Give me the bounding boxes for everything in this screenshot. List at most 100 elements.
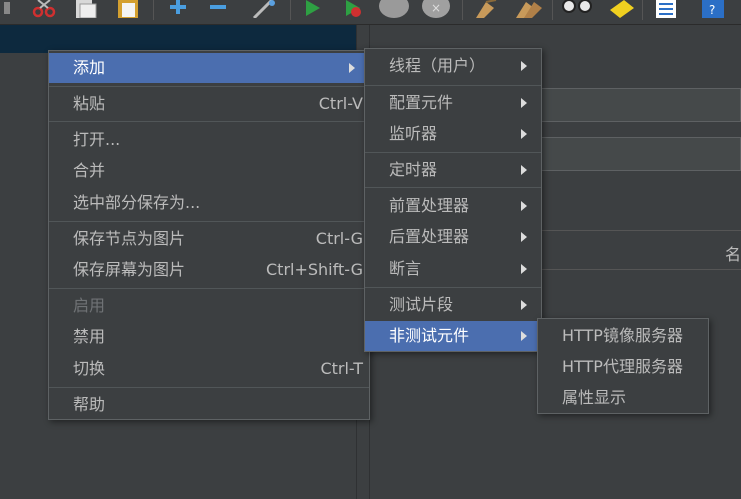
menu-item-label: 切换 [73, 359, 106, 378]
menu-item-label: 非测试元件 [389, 326, 470, 345]
submenu-arrow-icon [521, 232, 527, 242]
menu-item-shortcut: Ctrl-V [318, 94, 363, 113]
help-icon[interactable]: ? [700, 0, 728, 18]
menu-item-label: HTTP镜像服务器 [562, 326, 683, 345]
menu-item-label: 禁用 [73, 327, 106, 346]
menu-item-shortcut: Ctrl-G [315, 229, 363, 248]
submenu-item-http-proxy-server[interactable]: HTTP代理服务器 [538, 352, 708, 382]
menu-separator [49, 221, 369, 222]
submenu-arrow-icon [521, 331, 527, 341]
menu-item-label: 属性显示 [562, 388, 627, 407]
start-no-pause-icon[interactable] [340, 0, 368, 18]
submenu-arrow-icon [521, 61, 527, 71]
submenu-item-listener[interactable]: 监听器 [365, 119, 541, 149]
menu-item-label: 线程（用户） [389, 56, 486, 75]
menu-item-label: 后置处理器 [389, 227, 470, 246]
copy-icon[interactable] [72, 0, 100, 18]
function-helper-icon[interactable] [652, 0, 680, 18]
context-menu: 添加 粘贴 Ctrl-V 打开... 合并 选中部分保存为... 保存节点为图片… [48, 50, 370, 420]
submenu-item-http-mirror-server[interactable]: HTTP镜像服务器 [538, 321, 708, 351]
toolbar-separator [153, 0, 154, 20]
menu-item-label: 添加 [73, 58, 106, 77]
submenu-item-config-element[interactable]: 配置元件 [365, 88, 541, 118]
menu-separator [49, 288, 369, 289]
toolbar-separator [290, 0, 291, 20]
shutdown-icon[interactable]: × [420, 0, 452, 18]
menu-separator [49, 121, 369, 122]
menu-item-save-screen-as-image[interactable]: 保存屏幕为图片 Ctrl+Shift-G [49, 255, 369, 285]
stop-icon[interactable] [378, 0, 410, 18]
menu-item-label: 定时器 [389, 160, 438, 179]
submenu-item-threads[interactable]: 线程（用户） [365, 51, 541, 81]
toggle-icon[interactable] [250, 0, 278, 18]
clear-all-icon[interactable] [514, 0, 544, 18]
expand-icon[interactable] [166, 0, 190, 18]
add-submenu: 线程（用户） 配置元件 监听器 定时器 前置处理器 后置处理器 断言 测试片段 … [364, 48, 542, 352]
menu-item-label: 合并 [73, 161, 106, 180]
menu-item-label: 保存屏幕为图片 [73, 260, 186, 279]
menu-separator [49, 86, 369, 87]
menu-item-disable[interactable]: 禁用 [49, 322, 369, 352]
menu-item-label: 测试片段 [389, 295, 454, 314]
menu-item-label: 帮助 [73, 395, 106, 414]
menu-item-open[interactable]: 打开... [49, 125, 369, 155]
submenu-arrow-icon [521, 165, 527, 175]
menu-item-label: 前置处理器 [389, 196, 470, 215]
menu-separator [365, 187, 541, 188]
toolbar: × ? [0, 0, 741, 25]
svg-text:?: ? [709, 3, 715, 17]
submenu-item-test-fragment[interactable]: 测试片段 [365, 290, 541, 320]
reset-search-icon[interactable] [606, 0, 636, 18]
submenu-item-pre-processor[interactable]: 前置处理器 [365, 191, 541, 221]
toolbar-separator [462, 0, 463, 20]
paste-icon[interactable] [114, 0, 142, 18]
submenu-arrow-icon [521, 264, 527, 274]
menu-item-label: 监听器 [389, 124, 438, 143]
menu-item-label: 打开... [73, 130, 121, 149]
menu-item-label: 配置元件 [389, 93, 454, 112]
tree-selected-node[interactable] [0, 25, 356, 53]
menu-separator [49, 387, 369, 388]
non-test-elements-submenu: HTTP镜像服务器 HTTP代理服务器 属性显示 [537, 318, 709, 414]
menu-item-help[interactable]: 帮助 [49, 390, 369, 420]
submenu-arrow-icon [521, 300, 527, 310]
menu-item-enable: 启用 [49, 291, 369, 321]
submenu-item-assertion[interactable]: 断言 [365, 254, 541, 284]
menu-item-shortcut: Ctrl+Shift-G [266, 260, 363, 279]
menu-separator [365, 85, 541, 86]
collapse-icon[interactable] [206, 0, 230, 18]
submenu-item-timer[interactable]: 定时器 [365, 155, 541, 185]
toolbar-partial-icon[interactable] [4, 0, 12, 18]
submenu-item-property-display[interactable]: 属性显示 [538, 383, 708, 413]
submenu-item-post-processor[interactable]: 后置处理器 [365, 222, 541, 252]
menu-item-add[interactable]: 添加 [49, 53, 369, 83]
comment-field[interactable] [540, 137, 741, 171]
menu-item-label: 断言 [389, 259, 422, 278]
menu-item-label: 启用 [73, 296, 106, 315]
menu-item-toggle[interactable]: 切换 Ctrl-T [49, 354, 369, 384]
menu-item-label: 粘贴 [73, 94, 106, 113]
menu-item-paste[interactable]: 粘贴 Ctrl-V [49, 89, 369, 119]
menu-item-merge[interactable]: 合并 [49, 156, 369, 186]
menu-separator [365, 287, 541, 288]
toolbar-separator [552, 0, 553, 20]
menu-item-label: 选中部分保存为... [73, 193, 201, 212]
menu-item-label: HTTP代理服务器 [562, 357, 683, 376]
submenu-arrow-icon [521, 129, 527, 139]
start-icon[interactable] [300, 0, 324, 18]
submenu-arrow-icon [521, 98, 527, 108]
cut-icon[interactable] [30, 0, 58, 18]
submenu-arrow-icon [521, 201, 527, 211]
menu-item-save-node-as-image[interactable]: 保存节点为图片 Ctrl-G [49, 224, 369, 254]
clear-icon[interactable] [472, 0, 500, 18]
menu-item-shortcut: Ctrl-T [320, 359, 363, 378]
svg-text:×: × [431, 1, 441, 15]
search-icon[interactable] [560, 0, 594, 18]
menu-item-label: 保存节点为图片 [73, 229, 186, 248]
name-field[interactable] [540, 88, 741, 122]
table-header-name: 名 [724, 245, 741, 264]
menu-item-save-selection-as[interactable]: 选中部分保存为... [49, 188, 369, 218]
submenu-item-non-test-elements[interactable]: 非测试元件 [365, 321, 541, 351]
toolbar-separator [642, 0, 643, 20]
submenu-arrow-icon [349, 63, 355, 73]
